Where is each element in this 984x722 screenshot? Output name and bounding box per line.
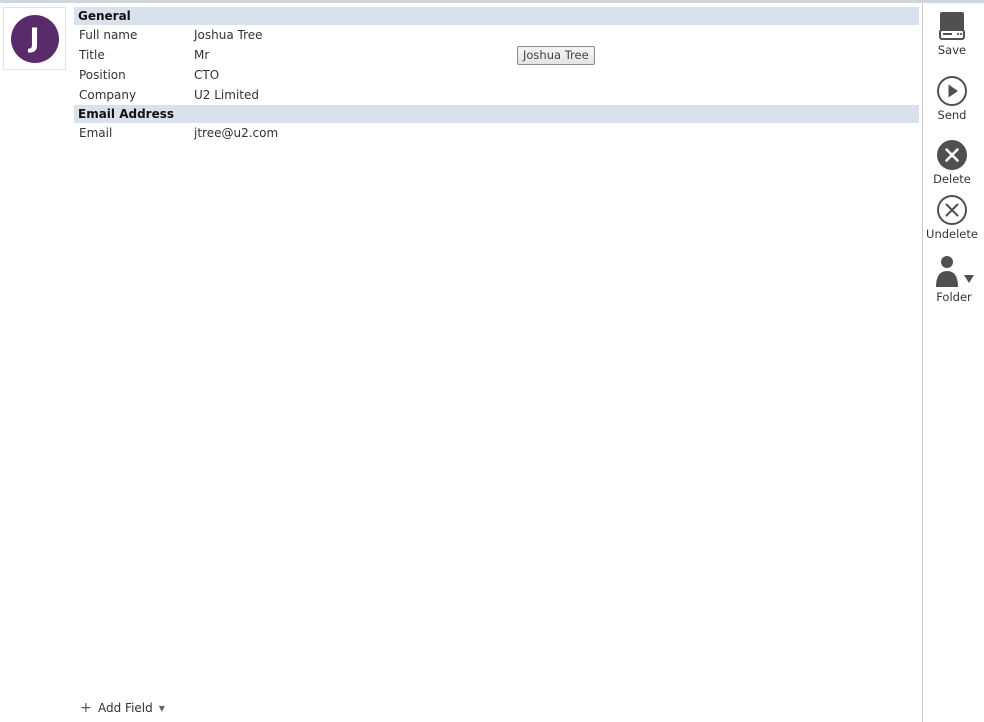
delete-circle-icon	[937, 140, 967, 170]
chevron-down-icon: ▼	[158, 703, 165, 713]
contact-form: General Full name Joshua Tree Title Mr P…	[74, 7, 919, 143]
add-field-label: Add Field	[98, 701, 153, 715]
dropdown-arrow-icon[interactable]	[963, 267, 975, 289]
section-header-general: General	[74, 7, 919, 25]
undelete-button[interactable]: Undelete	[923, 194, 981, 241]
top-border	[0, 0, 984, 3]
save-label: Save	[937, 43, 967, 57]
plus-icon: +	[80, 700, 92, 716]
close-circle-outline-icon	[937, 195, 967, 225]
field-label: Position	[79, 68, 126, 82]
section-header-email: Email Address	[74, 105, 919, 123]
delete-label: Delete	[933, 172, 971, 186]
contact-avatar[interactable]: J	[3, 7, 66, 70]
field-row-company[interactable]: Company U2 Limited	[74, 85, 919, 105]
field-row-position[interactable]: Position CTO	[74, 65, 919, 85]
save-button[interactable]: Save	[923, 10, 981, 57]
send-label: Send	[937, 108, 967, 122]
avatar: J	[10, 14, 59, 63]
field-value[interactable]: Joshua Tree	[194, 28, 263, 42]
field-value[interactable]: CTO	[194, 68, 219, 82]
field-value[interactable]: jtree@u2.com	[194, 126, 278, 140]
undelete-label: Undelete	[926, 227, 978, 241]
field-value[interactable]: Mr	[194, 48, 209, 62]
save-disk-icon	[939, 12, 965, 40]
field-row-email[interactable]: Email jtree@u2.com	[74, 123, 919, 143]
folder-label: Folder	[936, 290, 972, 304]
field-row-title[interactable]: Title Mr	[74, 45, 919, 65]
field-label: Full name	[79, 28, 138, 42]
field-row-full-name[interactable]: Full name Joshua Tree	[74, 25, 919, 45]
delete-button[interactable]: Delete	[923, 139, 981, 186]
field-label: Email	[79, 126, 113, 140]
person-icon	[936, 256, 958, 287]
play-circle-icon	[937, 76, 967, 106]
send-button[interactable]: Send	[923, 75, 981, 122]
field-label: Company	[79, 88, 137, 102]
field-label: Title	[79, 48, 105, 62]
full-name-tooltip: Joshua Tree	[517, 46, 595, 65]
folder-button[interactable]: Folder	[923, 255, 984, 304]
action-toolbar: Save Send Delete Undelete Folder	[922, 3, 984, 722]
add-field-button[interactable]: + Add Field ▼	[80, 698, 165, 718]
field-value[interactable]: U2 Limited	[194, 88, 259, 102]
